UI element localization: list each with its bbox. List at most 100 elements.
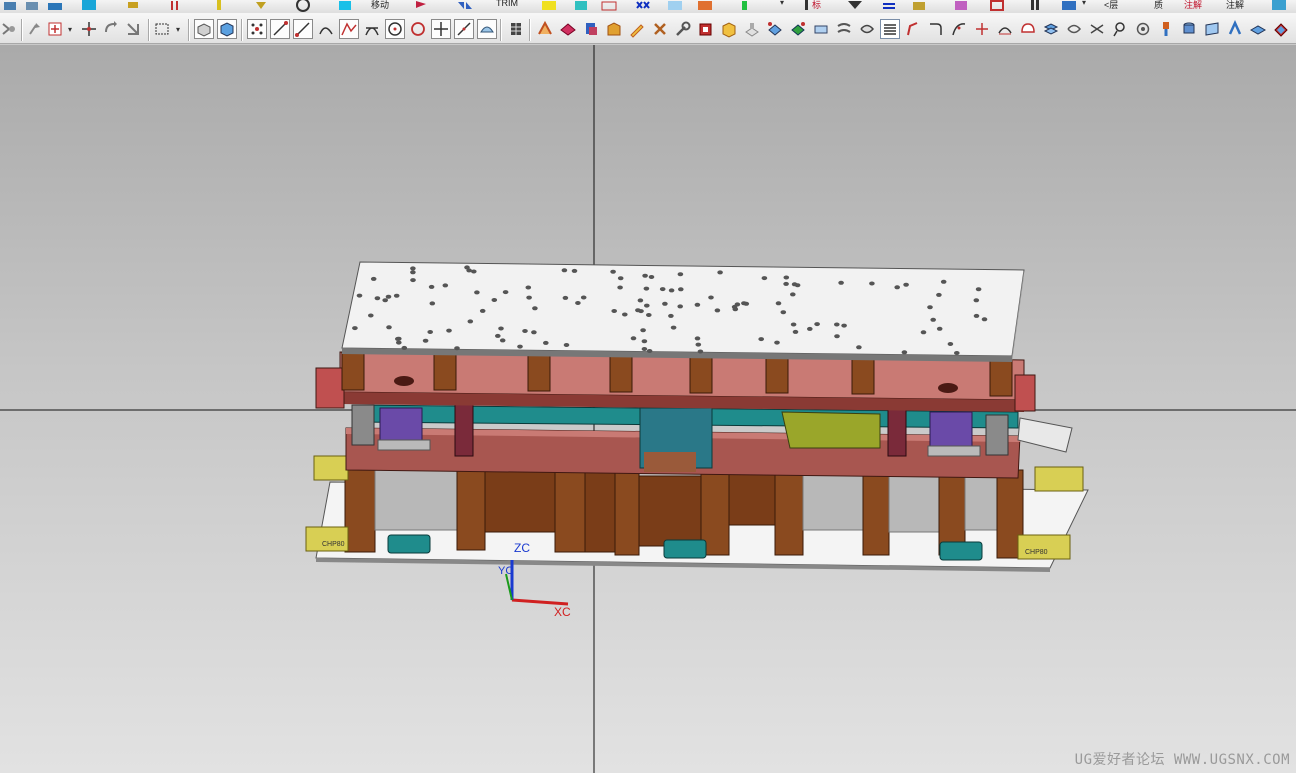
- wrench-icon[interactable]: [674, 20, 692, 38]
- trim-label[interactable]: TRIM: [496, 0, 518, 8]
- die-assembly-model[interactable]: CHP80 CHP80 ZC YC XC: [0, 45, 1296, 773]
- force-icon[interactable]: [910, 0, 928, 12]
- axis-x: [511, 598, 569, 606]
- separator: [500, 19, 502, 41]
- table-icon[interactable]: [1060, 0, 1078, 12]
- ceng-label[interactable]: <层: [1104, 0, 1118, 11]
- sheet-icon[interactable]: [952, 0, 970, 12]
- blob-icon[interactable]: [1019, 20, 1037, 38]
- spline-icon[interactable]: [317, 20, 335, 38]
- chart-icon[interactable]: [166, 0, 184, 12]
- snap-icon[interactable]: [0, 20, 18, 38]
- circle-center-icon[interactable]: [385, 19, 405, 39]
- point-icon[interactable]: [26, 20, 44, 38]
- sweep-icon[interactable]: [996, 20, 1014, 38]
- feature-icon[interactable]: [536, 20, 554, 38]
- layers-icon[interactable]: [880, 19, 900, 39]
- biao-label[interactable]: 标: [812, 0, 821, 11]
- cylinder-icon[interactable]: [1180, 20, 1198, 38]
- move-icon[interactable]: [80, 20, 98, 38]
- pattern-icon[interactable]: [600, 0, 618, 12]
- circle-icon[interactable]: [409, 20, 427, 38]
- image-icon[interactable]: [666, 0, 684, 12]
- stamp-icon[interactable]: [743, 20, 761, 38]
- bars-icon[interactable]: [1026, 0, 1044, 12]
- graphics-viewport[interactable]: CHP80 CHP80 ZC YC XC UG爱好者论坛 WWW.UGSNX.C…: [0, 45, 1296, 773]
- shell-icon[interactable]: [477, 19, 497, 39]
- corner-icon[interactable]: [927, 20, 945, 38]
- move-label[interactable]: 移动: [371, 0, 389, 11]
- gear-icon[interactable]: [1203, 20, 1221, 38]
- slash-icon[interactable]: [454, 19, 474, 39]
- rotate-view-icon[interactable]: [1249, 20, 1267, 38]
- cube-small-icon[interactable]: [572, 0, 590, 12]
- drag-icon[interactable]: [124, 20, 142, 38]
- dropdown-icon[interactable]: ▾: [68, 25, 72, 34]
- edge-icon[interactable]: [766, 20, 784, 38]
- layer-icon[interactable]: [46, 0, 64, 12]
- bolt-hole: [678, 287, 684, 292]
- offset-icon[interactable]: [835, 20, 853, 38]
- pencil-icon[interactable]: [210, 0, 228, 12]
- dropdown-icon[interactable]: ▾: [176, 25, 180, 34]
- motion-icon[interactable]: [124, 0, 142, 12]
- view-icon[interactable]: [2, 0, 20, 12]
- pencil-icon[interactable]: [628, 20, 646, 38]
- bend-icon[interactable]: [904, 20, 922, 38]
- pin-icon[interactable]: [1157, 20, 1175, 38]
- cross-icon[interactable]: [973, 20, 991, 38]
- measure-icon[interactable]: [880, 0, 898, 12]
- drawing-icon[interactable]: [988, 0, 1006, 12]
- shaded-view-icon[interactable]: [194, 19, 214, 39]
- color-icon[interactable]: [80, 0, 98, 12]
- arc-line-icon[interactable]: [293, 19, 313, 39]
- curve-icon[interactable]: [950, 20, 968, 38]
- trim-icon[interactable]: [812, 20, 830, 38]
- annotation-label[interactable]: 注解: [1184, 0, 1202, 11]
- blend-icon[interactable]: [582, 20, 600, 38]
- note-icon[interactable]: [540, 0, 558, 12]
- knot-icon[interactable]: [1088, 20, 1106, 38]
- plus-icon[interactable]: [431, 19, 451, 39]
- point-grid-icon[interactable]: [247, 19, 267, 39]
- zhi-label[interactable]: 质: [1154, 0, 1163, 11]
- select-box-icon[interactable]: [153, 20, 171, 38]
- swirl-icon[interactable]: [1065, 20, 1083, 38]
- stack-icon[interactable]: [1042, 20, 1060, 38]
- shape-icon[interactable]: [858, 20, 876, 38]
- eraser-icon[interactable]: [1272, 20, 1290, 38]
- funnel-icon[interactable]: [846, 0, 864, 12]
- color-swatch-icon[interactable]: [738, 0, 756, 12]
- view-icon-2[interactable]: [24, 0, 42, 12]
- wireframe-icon[interactable]: [217, 19, 237, 39]
- annotation-label-2[interactable]: 注解: [1226, 0, 1244, 11]
- mirror-icon[interactable]: [456, 0, 474, 12]
- tangent-icon[interactable]: [363, 20, 381, 38]
- flag-icon[interactable]: [412, 0, 430, 12]
- arrow-down-icon[interactable]: [252, 0, 270, 12]
- plate-label-right: CHP80: [1025, 549, 1048, 556]
- rotate-icon[interactable]: [102, 20, 120, 38]
- surface-icon[interactable]: [789, 20, 807, 38]
- sphere-icon[interactable]: [1111, 20, 1129, 38]
- dropdown-icon-2[interactable]: ▾: [1082, 0, 1086, 7]
- bolt-hole: [495, 333, 501, 338]
- tools-icon[interactable]: [651, 20, 669, 38]
- monitor-icon[interactable]: [1270, 0, 1288, 12]
- grid-icon[interactable]: [507, 20, 525, 38]
- dropdown-icon[interactable]: ▾: [780, 0, 784, 7]
- polyline-icon[interactable]: [339, 19, 359, 39]
- point-box-icon[interactable]: [46, 20, 64, 38]
- line-icon[interactable]: [270, 19, 290, 39]
- paint-icon[interactable]: [696, 0, 714, 12]
- target-icon[interactable]: [294, 0, 312, 12]
- delete-icon[interactable]: [634, 0, 652, 12]
- square-icon[interactable]: [336, 0, 354, 12]
- sheet-icon[interactable]: [1226, 20, 1244, 38]
- chamfer-icon[interactable]: [605, 20, 623, 38]
- cube-icon[interactable]: [720, 20, 738, 38]
- box-icon[interactable]: [697, 20, 715, 38]
- pattern-icon[interactable]: [1134, 20, 1152, 38]
- face-icon[interactable]: [559, 20, 577, 38]
- axis-label-xc: XC: [554, 605, 571, 619]
